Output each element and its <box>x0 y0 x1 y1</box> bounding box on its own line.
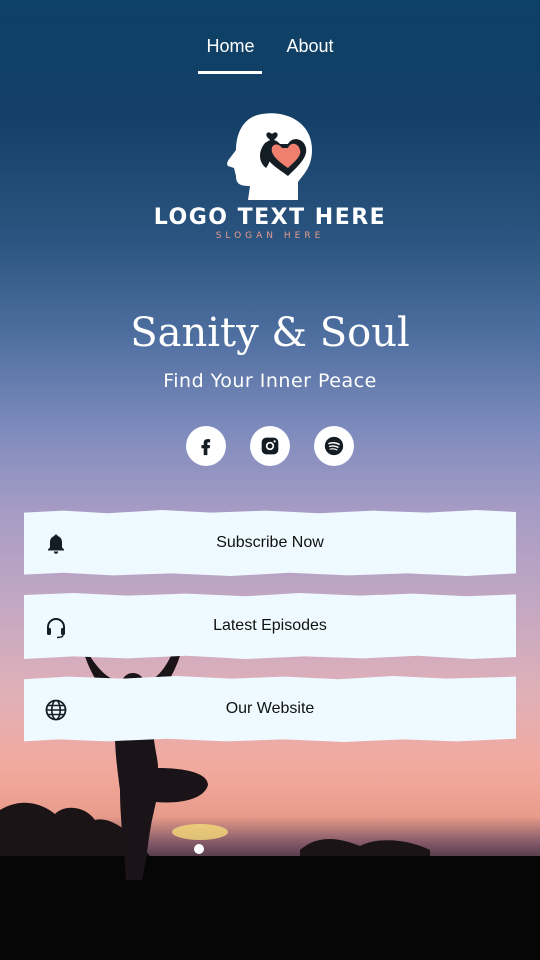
latest-episodes-label: Latest Episodes <box>213 617 327 634</box>
instagram-link[interactable] <box>250 426 290 466</box>
head-heart-logo-icon <box>227 113 312 200</box>
headphones-icon <box>47 617 65 639</box>
globe-icon <box>45 699 67 721</box>
logo-text: LOGO TEXT HERE <box>153 205 387 230</box>
latest-episodes-button[interactable]: Latest Episodes <box>24 593 516 659</box>
spotify-link[interactable] <box>314 426 354 466</box>
instagram-icon <box>261 437 279 455</box>
facebook-icon <box>201 439 211 456</box>
our-website-button[interactable]: Our Website <box>24 676 516 742</box>
bell-icon <box>48 534 64 554</box>
page-title: Sanity & Soul <box>130 310 410 356</box>
logo-slogan: SLOGAN HERE <box>215 231 325 241</box>
our-website-label: Our Website <box>225 700 315 717</box>
tab-about[interactable]: About <box>278 36 341 74</box>
social-links <box>0 426 540 466</box>
tab-home[interactable]: Home <box>198 36 263 74</box>
subscribe-now-button[interactable]: Subscribe Now <box>24 510 516 576</box>
facebook-link[interactable] <box>186 426 226 466</box>
top-nav: Home About <box>0 0 540 80</box>
subscribe-now-label: Subscribe Now <box>216 534 324 551</box>
spotify-icon <box>324 436 344 456</box>
page-subtitle: Find Your Inner Peace <box>163 370 377 392</box>
